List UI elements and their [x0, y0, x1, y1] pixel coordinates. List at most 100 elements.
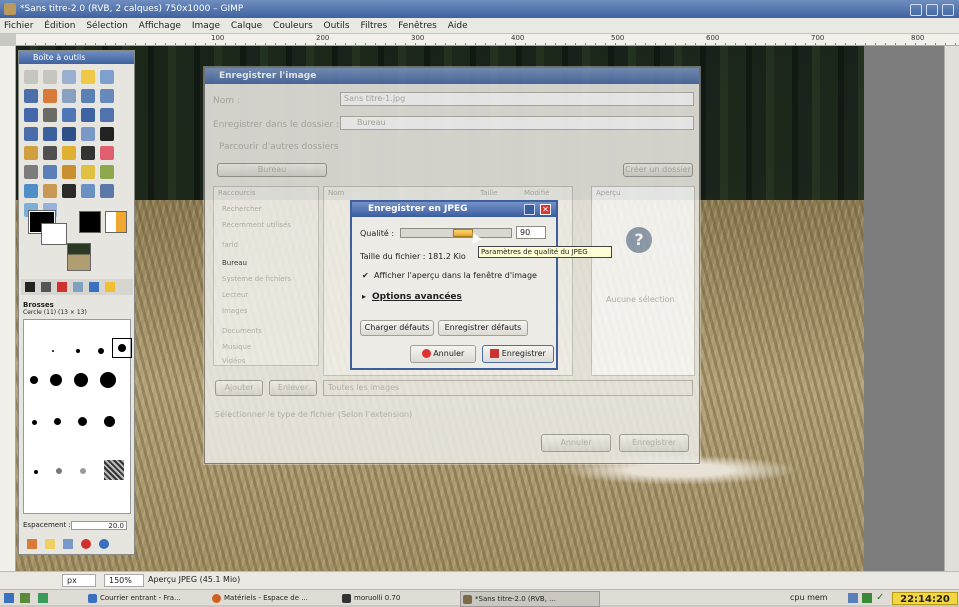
menu-edition[interactable]: Édition	[40, 18, 79, 34]
place-home[interactable]: farid	[222, 241, 238, 249]
menu-aide[interactable]: Aide	[444, 18, 472, 34]
place-documents[interactable]: Documents	[222, 327, 262, 335]
color-picker-icon[interactable]	[61, 89, 76, 103]
update-check-icon[interactable]: ✓	[876, 593, 886, 603]
foreground-select-icon[interactable]	[80, 184, 95, 198]
place-videos[interactable]: Vidéos	[222, 357, 245, 365]
brush-item[interactable]	[78, 417, 87, 426]
blend-icon[interactable]	[42, 146, 57, 160]
unit-select[interactable]: px	[62, 574, 96, 587]
brush-item[interactable]	[54, 418, 61, 425]
duplicate-brush-icon[interactable]	[63, 539, 73, 549]
edit-brush-icon[interactable]	[27, 539, 37, 549]
ellipse-select-icon[interactable]	[42, 70, 57, 84]
text-icon[interactable]	[99, 127, 114, 141]
vertical-scrollbar[interactable]	[944, 46, 959, 571]
new-brush-icon[interactable]	[45, 539, 55, 549]
menu-couleurs[interactable]: Couleurs	[269, 18, 317, 34]
scissors-icon[interactable]	[24, 89, 38, 103]
brush-item[interactable]	[104, 460, 124, 480]
task-browser[interactable]: Matériels - Espace de ...	[210, 591, 344, 605]
perspective-clone-icon[interactable]	[99, 165, 114, 179]
modified-column-header[interactable]: Modifié	[524, 189, 549, 197]
place-music[interactable]: Musique	[222, 343, 251, 351]
brush-preview[interactable]	[79, 211, 101, 233]
brush-item[interactable]	[32, 420, 37, 425]
color-select-icon[interactable]	[99, 70, 114, 84]
brush-item[interactable]	[50, 374, 62, 386]
shear-icon[interactable]	[24, 127, 38, 141]
brush-item[interactable]	[34, 470, 38, 474]
perspective-icon[interactable]	[42, 127, 57, 141]
jpeg-save-button[interactable]: Enregistrer	[482, 345, 554, 363]
brush-item[interactable]	[100, 372, 116, 388]
rect-select-icon[interactable]	[24, 70, 38, 84]
spacing-slider[interactable]: 20.0	[71, 521, 127, 530]
fuzzy-select-icon[interactable]	[80, 70, 95, 84]
brush-grid[interactable]	[23, 319, 132, 514]
brush-item[interactable]	[52, 350, 54, 352]
menu-image[interactable]: Image	[188, 18, 224, 34]
crop-icon[interactable]	[61, 108, 76, 122]
path-bar[interactable]: Bureau	[217, 163, 327, 177]
menu-selection[interactable]: Sélection	[82, 18, 131, 34]
active-image-thumbnail[interactable]	[67, 243, 91, 271]
close-button[interactable]	[942, 4, 954, 16]
ink-icon[interactable]	[42, 165, 57, 179]
gradient-preview[interactable]	[105, 211, 127, 233]
brushes-tab-icon[interactable]	[25, 282, 35, 292]
refresh-brush-icon[interactable]	[99, 539, 109, 549]
brush-item[interactable]	[76, 349, 80, 353]
size-column-header[interactable]: Taille	[480, 189, 498, 197]
create-folder-button[interactable]: Créer un dossier	[623, 163, 693, 177]
menu-fichier[interactable]: Fichier	[0, 18, 37, 34]
brush-item[interactable]	[74, 373, 88, 387]
volume-icon[interactable]	[862, 593, 872, 603]
brush-item-selected[interactable]	[112, 338, 132, 358]
measure-icon[interactable]	[99, 89, 114, 103]
file-type-toggle[interactable]: Sélectionner le type de fichier (Selon l…	[215, 410, 412, 419]
browse-folders-toggle[interactable]: Parcourir d'autres dossiers	[219, 142, 339, 152]
brush-item[interactable]	[56, 468, 62, 474]
network-icon[interactable]	[848, 593, 858, 603]
menu-filtres[interactable]: Filtres	[356, 18, 391, 34]
pencil-icon[interactable]	[61, 146, 76, 160]
remove-place-button[interactable]: Enlever	[269, 380, 317, 396]
maximize-button[interactable]	[926, 4, 938, 16]
fonts-tab-icon[interactable]	[73, 282, 83, 292]
zoom-select[interactable]: 150%	[104, 574, 144, 587]
minimize-button[interactable]	[910, 4, 922, 16]
jpeg-dialog-close-icon[interactable]: ✕	[540, 204, 551, 215]
move-icon[interactable]	[24, 108, 38, 122]
load-defaults-button[interactable]: Charger défauts	[360, 320, 434, 336]
paintbrush-icon[interactable]	[80, 146, 95, 160]
folder-select[interactable]: Bureau	[340, 116, 694, 130]
background-color-swatch[interactable]	[41, 223, 67, 245]
place-desktop[interactable]: Bureau	[222, 259, 247, 267]
advanced-options-expander[interactable]: Options avancées	[372, 292, 462, 302]
quality-spin-input[interactable]: 90	[516, 226, 546, 239]
name-column-header[interactable]: Nom	[328, 189, 344, 197]
menu-fenetres[interactable]: Fenêtres	[394, 18, 441, 34]
jpeg-dialog-menu-icon[interactable]	[524, 204, 535, 215]
save-dialog-cancel-button[interactable]: Annuler	[541, 434, 611, 452]
preview-checkbox-label[interactable]: Afficher l'aperçu dans la fenêtre d'imag…	[374, 271, 537, 280]
rotate-icon[interactable]	[80, 108, 95, 122]
task-terminal[interactable]: moruolli 0.70	[340, 591, 454, 605]
smudge-icon[interactable]	[42, 184, 57, 198]
quality-slider[interactable]	[400, 228, 512, 238]
airbrush-icon[interactable]	[24, 165, 38, 179]
document-history-tab-icon[interactable]	[105, 282, 115, 292]
place-pictures[interactable]: Images	[222, 307, 248, 315]
scale-icon[interactable]	[99, 108, 114, 122]
place-recent[interactable]: Récemment utilisés	[222, 221, 291, 229]
bucket-fill-icon[interactable]	[24, 146, 38, 160]
path-segment[interactable]: Bureau	[258, 165, 287, 174]
gradients-tab-icon[interactable]	[57, 282, 67, 292]
jpeg-cancel-button[interactable]: Annuler	[410, 345, 476, 363]
place-filesystem[interactable]: Système de fichiers	[222, 275, 291, 283]
align-icon[interactable]	[42, 108, 57, 122]
blur-icon[interactable]	[24, 184, 38, 198]
paths-icon[interactable]	[42, 89, 57, 103]
cage-icon[interactable]	[80, 127, 95, 141]
